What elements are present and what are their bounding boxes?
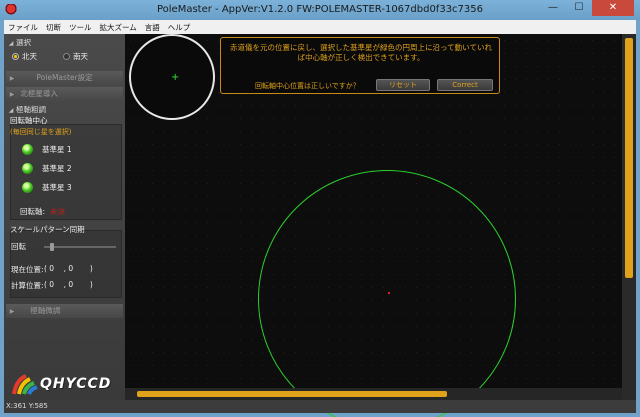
vertical-scrollbar[interactable] [622, 34, 636, 400]
camera-view[interactable]: + 赤道儀を元の位置に戻し、選択した基準星が緑色の円周上に沿って動いていれば中心… [125, 34, 622, 417]
window-title: PoleMaster - AppVer:V1.2.0 FW:POLEMASTER… [156, 4, 483, 15]
title-bar: PoleMaster - AppVer:V1.2.0 FW:POLEMASTER… [0, 0, 640, 20]
star-3-row[interactable]: 基準星 3 [22, 182, 72, 193]
app-icon [5, 4, 17, 16]
north-radio[interactable]: 北天 [12, 51, 37, 62]
qhyccd-logo: QHYCCD [12, 374, 124, 395]
horizontal-scrollbar[interactable] [125, 388, 622, 400]
expand-arrow-icon: ▶ [9, 308, 15, 315]
rough-adjust-label: 極軸粗調 [16, 105, 46, 114]
notice-text: 赤道儀を元の位置に戻し、選択した基準星が緑色の円周上に沿って動いていれば中心軸が… [230, 43, 492, 62]
star-1-row[interactable]: 基準星 1 [22, 144, 72, 155]
star-1-label: 基準星 1 [42, 145, 72, 154]
window-controls: — ☐ ✕ [540, 0, 634, 16]
rotation-slider-thumb[interactable] [50, 243, 54, 251]
menu-help[interactable]: ヘルプ [164, 22, 195, 33]
minimize-button[interactable]: — [540, 0, 566, 16]
star-3-label: 基準星 3 [42, 183, 72, 192]
maximize-button[interactable]: ☐ [566, 0, 592, 16]
vertical-scroll-thumb[interactable] [625, 38, 633, 278]
radio-checked-icon [12, 53, 19, 60]
close-button[interactable]: ✕ [592, 0, 634, 16]
expand-arrow-icon: ▶ [9, 91, 15, 98]
rotation-center-marker [388, 292, 390, 294]
fine-adjust-section[interactable]: ▶ 極軸微調 [6, 304, 123, 318]
section-select-label: 選択 [16, 38, 31, 47]
polar-align-intro-section[interactable]: ▶ 北極星導入 [6, 87, 123, 101]
current-pos-label: 現在位置: [11, 265, 44, 274]
scale-pattern-title: スケールパターン同期 [10, 225, 85, 234]
current-pos-value: ( 0 , 0 ) [44, 264, 93, 273]
north-label: 北天 [22, 52, 37, 61]
menu-file[interactable]: ファイル [4, 22, 42, 33]
green-led-icon [22, 182, 33, 193]
crosshair-icon: + [171, 72, 180, 83]
menu-zoom[interactable]: 拡大ズーム [96, 22, 141, 33]
rotation-label: 回転 [11, 242, 26, 251]
star-2-row[interactable]: 基準星 2 [22, 163, 72, 174]
green-led-icon [22, 144, 33, 155]
section-select-header[interactable]: ◢ 選択 [6, 36, 123, 49]
rotation-center-title: 回転軸中心 [10, 116, 48, 125]
correct-button[interactable]: Correct [437, 79, 493, 91]
star-2-label: 基準星 2 [42, 164, 72, 173]
menu-bar: ファイル 切断 ツール 拡大ズーム 言語 ヘルプ [4, 20, 636, 34]
green-led-icon [22, 163, 33, 174]
cursor-coords: X:361 Y:585 [6, 402, 48, 410]
status-bar: X:361 Y:585 [4, 400, 636, 413]
logo-text: QHYCCD [40, 376, 112, 392]
calc-pos-value: ( 0 , 0 ) [44, 280, 93, 289]
axis-value: 未決 [50, 207, 65, 216]
horizontal-scroll-thumb[interactable] [137, 391, 447, 397]
zoom-preview: + [129, 34, 215, 120]
client-area: ◢ 選択 北天 南天 ▶ PoleMaster設定 ▶ 北極星導入 ◢ 極軸粗調 回… [4, 34, 636, 417]
logo-mark-icon [12, 374, 38, 395]
menu-language[interactable]: 言語 [141, 22, 164, 33]
polemaster-settings-section[interactable]: ▶ PoleMaster設定 [6, 71, 123, 85]
radio-unchecked-icon [63, 53, 70, 60]
menu-disconnect[interactable]: 切断 [42, 22, 65, 33]
polar-align-intro-label: 北極星導入 [20, 89, 58, 98]
menu-tools[interactable]: ツール [65, 22, 96, 33]
rotation-circle [258, 170, 516, 417]
collapse-arrow-icon: ◢ [8, 40, 14, 47]
rotation-slider-track[interactable] [44, 246, 116, 248]
fine-adjust-label: 極軸微調 [30, 306, 61, 315]
sidebar: ◢ 選択 北天 南天 ▶ PoleMaster設定 ▶ 北極星導入 ◢ 極軸粗調 回… [4, 34, 125, 400]
calc-pos-label: 計算位置: [11, 281, 44, 290]
polemaster-settings-label: PoleMaster設定 [36, 73, 93, 82]
hint-text: (毎回同じ星を選択) [10, 128, 72, 136]
hemisphere-radio-group: 北天 南天 [12, 51, 88, 62]
axis-label: 回転軸: [20, 207, 46, 216]
notice-question: 回転軸中心位置は正しいですか？ [255, 82, 360, 90]
south-label: 南天 [73, 52, 88, 61]
south-radio[interactable]: 南天 [63, 51, 88, 62]
reset-button[interactable]: リセット [376, 79, 430, 91]
rotation-center-prompt: 赤道儀を元の位置に戻し、選択した基準星が緑色の円周上に沿って動いていれば中心軸が… [220, 37, 500, 94]
